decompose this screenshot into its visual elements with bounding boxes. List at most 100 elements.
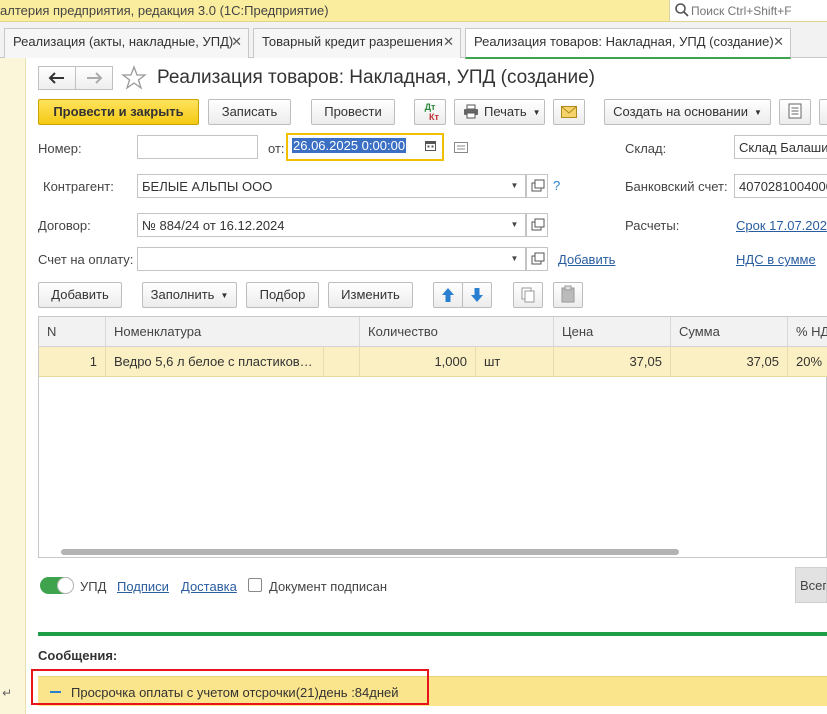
contract-field[interactable]: № 884/24 от 16.12.2024 [137, 213, 506, 237]
change-button[interactable]: Изменить [328, 282, 413, 308]
paste-button[interactable] [553, 282, 583, 308]
fill-label: Заполнить [150, 287, 215, 302]
table-row[interactable]: 1 Ведро 5,6 л белое с пластиковой ручкой… [39, 347, 827, 377]
dt-kt-icon-kt: Кт [429, 112, 439, 122]
add-invoice-link[interactable]: Добавить [558, 252, 615, 267]
post-and-close-button[interactable]: Провести и закрыть [38, 99, 199, 125]
upd-toggle[interactable] [40, 577, 74, 594]
chevron-down-icon: ▼ [510, 220, 519, 229]
tab-label: Товарный кредит разрешения [262, 34, 443, 49]
add-row-button[interactable]: Добавить [38, 282, 122, 308]
cell-price[interactable]: 37,05 [554, 347, 671, 377]
horizontal-scrollbar[interactable] [61, 549, 827, 555]
back-button[interactable] [38, 66, 76, 90]
global-search[interactable] [669, 0, 827, 21]
invoice-open-button[interactable] [526, 247, 548, 271]
arrow-right-icon [87, 72, 103, 84]
totals-panel: Всег [795, 567, 827, 603]
payment-term-link[interactable]: Срок 17.07.2025 [736, 218, 827, 233]
table-header: N Номенклатура Количество Цена Сумма % Н… [39, 317, 827, 347]
delivery-link[interactable]: Доставка [181, 579, 237, 594]
tab-credit-permissions[interactable]: Товарный кредит разрешения ✕ [253, 28, 461, 58]
cell-unit[interactable]: шт [476, 347, 554, 377]
close-icon[interactable]: ✕ [443, 34, 454, 50]
copy-icon [521, 287, 535, 303]
bank-account-field[interactable]: 40702810040000 [734, 174, 827, 198]
cell-n[interactable]: 1 [39, 347, 106, 377]
comment-icon[interactable] [454, 142, 468, 153]
tab-bar: Реализация (акты, накладные, УПД) ✕ Това… [0, 22, 827, 59]
arrow-down-icon [471, 288, 483, 302]
calculations-label: Расчеты: [625, 218, 680, 233]
left-strip-glyph: ↵ [2, 686, 13, 700]
warehouse-field[interactable]: Склад Балаши [734, 135, 827, 159]
bank-account-label: Банковский счет: [625, 179, 728, 194]
toggle-knob [57, 577, 74, 594]
print-button[interactable]: Печать ▼ [454, 99, 545, 125]
number-label: Номер: [38, 141, 82, 156]
contract-open-button[interactable] [526, 213, 548, 237]
left-panel-strip: ↵ [0, 58, 26, 714]
date-value: 26.06.2025 0:00:00 [292, 138, 407, 153]
open-form-icon [531, 252, 545, 265]
dt-kt-icon: Дт [424, 102, 436, 112]
more-button[interactable] [819, 99, 827, 125]
create-based-on-button[interactable]: Создать на основании ▼ [604, 99, 771, 125]
post-button[interactable]: Провести [311, 99, 395, 125]
date-from-label: от: [268, 141, 285, 156]
search-input[interactable] [691, 2, 825, 19]
move-up-button[interactable] [433, 282, 463, 308]
document-list-icon [788, 103, 802, 119]
tab-sales-list[interactable]: Реализация (акты, накладные, УПД) ✕ [4, 28, 249, 58]
goods-table[interactable]: N Номенклатура Количество Цена Сумма % Н… [38, 316, 827, 558]
signatures-link[interactable]: Подписи [117, 579, 169, 594]
cell-quantity[interactable]: 1,000 [360, 347, 476, 377]
chevron-down-icon: ▼ [510, 254, 519, 263]
contractor-open-button[interactable] [526, 174, 548, 198]
arrow-up-icon [442, 288, 454, 302]
contractor-dropdown[interactable]: ▼ [504, 174, 526, 198]
vat-in-sum-link[interactable]: НДС в сумме [736, 252, 816, 267]
scrollbar-thumb[interactable] [61, 549, 679, 555]
arrow-left-icon [48, 72, 64, 84]
cell-item-extra[interactable] [324, 347, 360, 377]
column-header-vat[interactable]: % НДС [788, 317, 827, 347]
paste-icon [561, 285, 575, 303]
highlight-frame [31, 669, 429, 705]
calendar-icon[interactable] [425, 140, 436, 151]
invoice-dropdown[interactable]: ▼ [504, 247, 526, 271]
favorite-star-icon[interactable] [121, 65, 147, 91]
app-title-bar: алтерия предприятия, редакция 3.0 (1С:Пр… [0, 0, 827, 22]
create-based-label: Создать на основании [613, 104, 748, 119]
close-icon[interactable]: ✕ [773, 34, 784, 50]
column-header-item[interactable]: Номенклатура [106, 317, 360, 347]
save-button[interactable]: Записать [208, 99, 291, 125]
invoice-field[interactable] [137, 247, 506, 271]
number-field[interactable] [137, 135, 258, 159]
cell-sum[interactable]: 37,05 [671, 347, 788, 377]
app-title: алтерия предприятия, редакция 3.0 (1С:Пр… [0, 3, 329, 18]
forward-button[interactable] [75, 66, 113, 90]
help-icon[interactable]: ? [553, 178, 560, 193]
copy-button[interactable] [513, 282, 543, 308]
tab-sales-document[interactable]: Реализация товаров: Накладная, УПД (созд… [465, 28, 791, 59]
close-icon[interactable]: ✕ [231, 34, 242, 50]
dt-kt-button[interactable]: Дт Кт [414, 99, 446, 125]
contract-dropdown[interactable]: ▼ [504, 213, 526, 237]
pick-button[interactable]: Подбор [246, 282, 319, 308]
email-button[interactable] [553, 99, 585, 125]
cell-item[interactable]: Ведро 5,6 л белое с пластиковой ручкой [106, 347, 324, 377]
fill-button[interactable]: Заполнить ▼ [142, 282, 237, 308]
column-header-n[interactable]: N [39, 317, 106, 347]
document-signed-checkbox[interactable] [248, 578, 262, 592]
form-title: Реализация товаров: Накладная, УПД (созд… [157, 67, 595, 88]
document-signed-label: Документ подписан [269, 579, 388, 594]
column-header-sum[interactable]: Сумма [671, 317, 788, 347]
structure-button[interactable] [779, 99, 811, 125]
column-header-price[interactable]: Цена [554, 317, 671, 347]
column-header-quantity[interactable]: Количество [360, 317, 554, 347]
date-field[interactable]: 26.06.2025 0:00:00 [286, 133, 444, 161]
cell-vat[interactable]: 20% [788, 347, 827, 377]
move-down-button[interactable] [462, 282, 492, 308]
contractor-field[interactable]: БЕЛЫЕ АЛЬПЫ ООО [137, 174, 506, 198]
